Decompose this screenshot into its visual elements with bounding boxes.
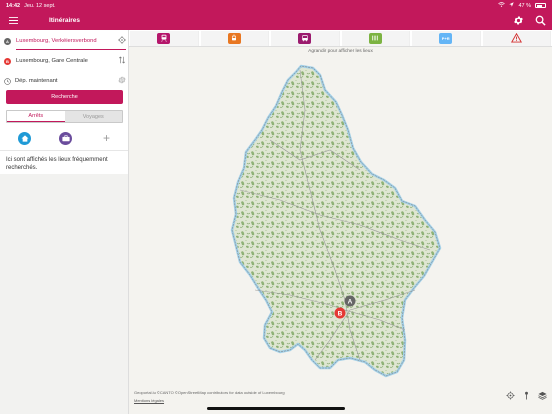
origin-field[interactable]: A Luxembourg, Verkéiersverbond bbox=[4, 34, 126, 48]
route-panel: A Luxembourg, Verkéiersverbond B Luxembo… bbox=[0, 30, 129, 174]
status-time: 14:42 bbox=[6, 2, 21, 9]
departure-text: Dép. maintenant bbox=[15, 78, 58, 84]
gear-icon[interactable] bbox=[512, 15, 524, 27]
destination-field[interactable]: B Luxembourg, Gare Centrale bbox=[4, 54, 126, 68]
battery-icon bbox=[535, 3, 546, 8]
hamburger-menu-icon[interactable] bbox=[4, 12, 22, 30]
bus-icon bbox=[298, 32, 312, 44]
mode-bike[interactable] bbox=[341, 30, 410, 46]
origin-underline bbox=[16, 49, 126, 50]
status-bar: 14:42 Jeu. 12 sept. 47 % bbox=[0, 0, 552, 11]
mode-tram[interactable] bbox=[200, 30, 269, 46]
search-button[interactable]: Recherche bbox=[6, 90, 123, 104]
bike-sharing-icon bbox=[368, 32, 382, 44]
location-icon bbox=[509, 2, 515, 9]
tabs: Arrêts Voyages bbox=[6, 110, 123, 123]
departure-row[interactable]: Dép. maintenant bbox=[4, 74, 126, 88]
panel-empty-space bbox=[0, 174, 129, 414]
legal-mentions-link[interactable]: Mentions légales bbox=[134, 398, 164, 403]
map-marker-b[interactable]: B bbox=[334, 307, 346, 319]
battery-text: 47 % bbox=[518, 2, 531, 9]
favorites-row: + bbox=[18, 131, 113, 145]
status-right: 47 % bbox=[498, 2, 546, 9]
luxembourg-country-shape bbox=[230, 64, 442, 378]
briefcase-icon[interactable] bbox=[59, 131, 72, 145]
map-attribution: Geoportal.lu ©CANTO ©OpenStreetMap contr… bbox=[134, 390, 285, 395]
favorites-info: Ici sont affichés les lieux fréquemment … bbox=[6, 157, 108, 171]
status-date: Jeu. 12 sept. bbox=[24, 2, 56, 9]
origin-text[interactable]: Luxembourg, Verkéiersverbond bbox=[16, 38, 118, 44]
options-gear-icon[interactable] bbox=[118, 76, 126, 86]
origin-marker: A bbox=[4, 37, 11, 45]
layers-icon[interactable] bbox=[538, 391, 547, 400]
map-marker-a[interactable]: A bbox=[344, 295, 356, 307]
map-header bbox=[129, 11, 552, 30]
mode-warnings[interactable] bbox=[482, 30, 551, 46]
tab-trips[interactable]: Voyages bbox=[64, 111, 122, 122]
home-indicator bbox=[207, 407, 345, 410]
warning-icon bbox=[510, 33, 523, 44]
map-canvas[interactable]: A B bbox=[129, 47, 552, 414]
svg-text:B: B bbox=[338, 311, 343, 318]
page-title: Itinéraires bbox=[48, 17, 81, 24]
train-icon bbox=[157, 32, 171, 44]
crosshair-icon[interactable] bbox=[118, 36, 126, 46]
transport-mode-bar: P+R bbox=[129, 30, 552, 47]
pin-icon[interactable] bbox=[522, 391, 531, 400]
search-icon[interactable] bbox=[534, 15, 546, 27]
map[interactable]: A B bbox=[129, 47, 552, 414]
panel-header: Itinéraires bbox=[0, 11, 129, 30]
divider bbox=[0, 150, 128, 151]
destination-text[interactable]: Luxembourg, Gare Centrale bbox=[16, 58, 118, 64]
mode-park-and-ride[interactable]: P+R bbox=[412, 30, 481, 46]
tab-stops[interactable]: Arrêts bbox=[7, 111, 65, 122]
plus-icon[interactable]: + bbox=[100, 131, 113, 145]
svg-text:A: A bbox=[348, 299, 353, 306]
swap-icon[interactable] bbox=[118, 56, 126, 66]
clock-icon bbox=[4, 77, 11, 85]
home-icon[interactable] bbox=[18, 131, 31, 145]
park-and-ride-icon: P+R bbox=[439, 32, 453, 44]
wifi-icon bbox=[498, 2, 506, 9]
locate-me-icon[interactable] bbox=[506, 391, 515, 400]
mode-train[interactable] bbox=[130, 30, 199, 46]
map-zoom-hint: Agrandir pour afficher les lieux bbox=[308, 49, 373, 54]
destination-marker: B bbox=[4, 57, 11, 65]
mode-bus[interactable] bbox=[271, 30, 340, 46]
tram-icon bbox=[227, 32, 241, 44]
